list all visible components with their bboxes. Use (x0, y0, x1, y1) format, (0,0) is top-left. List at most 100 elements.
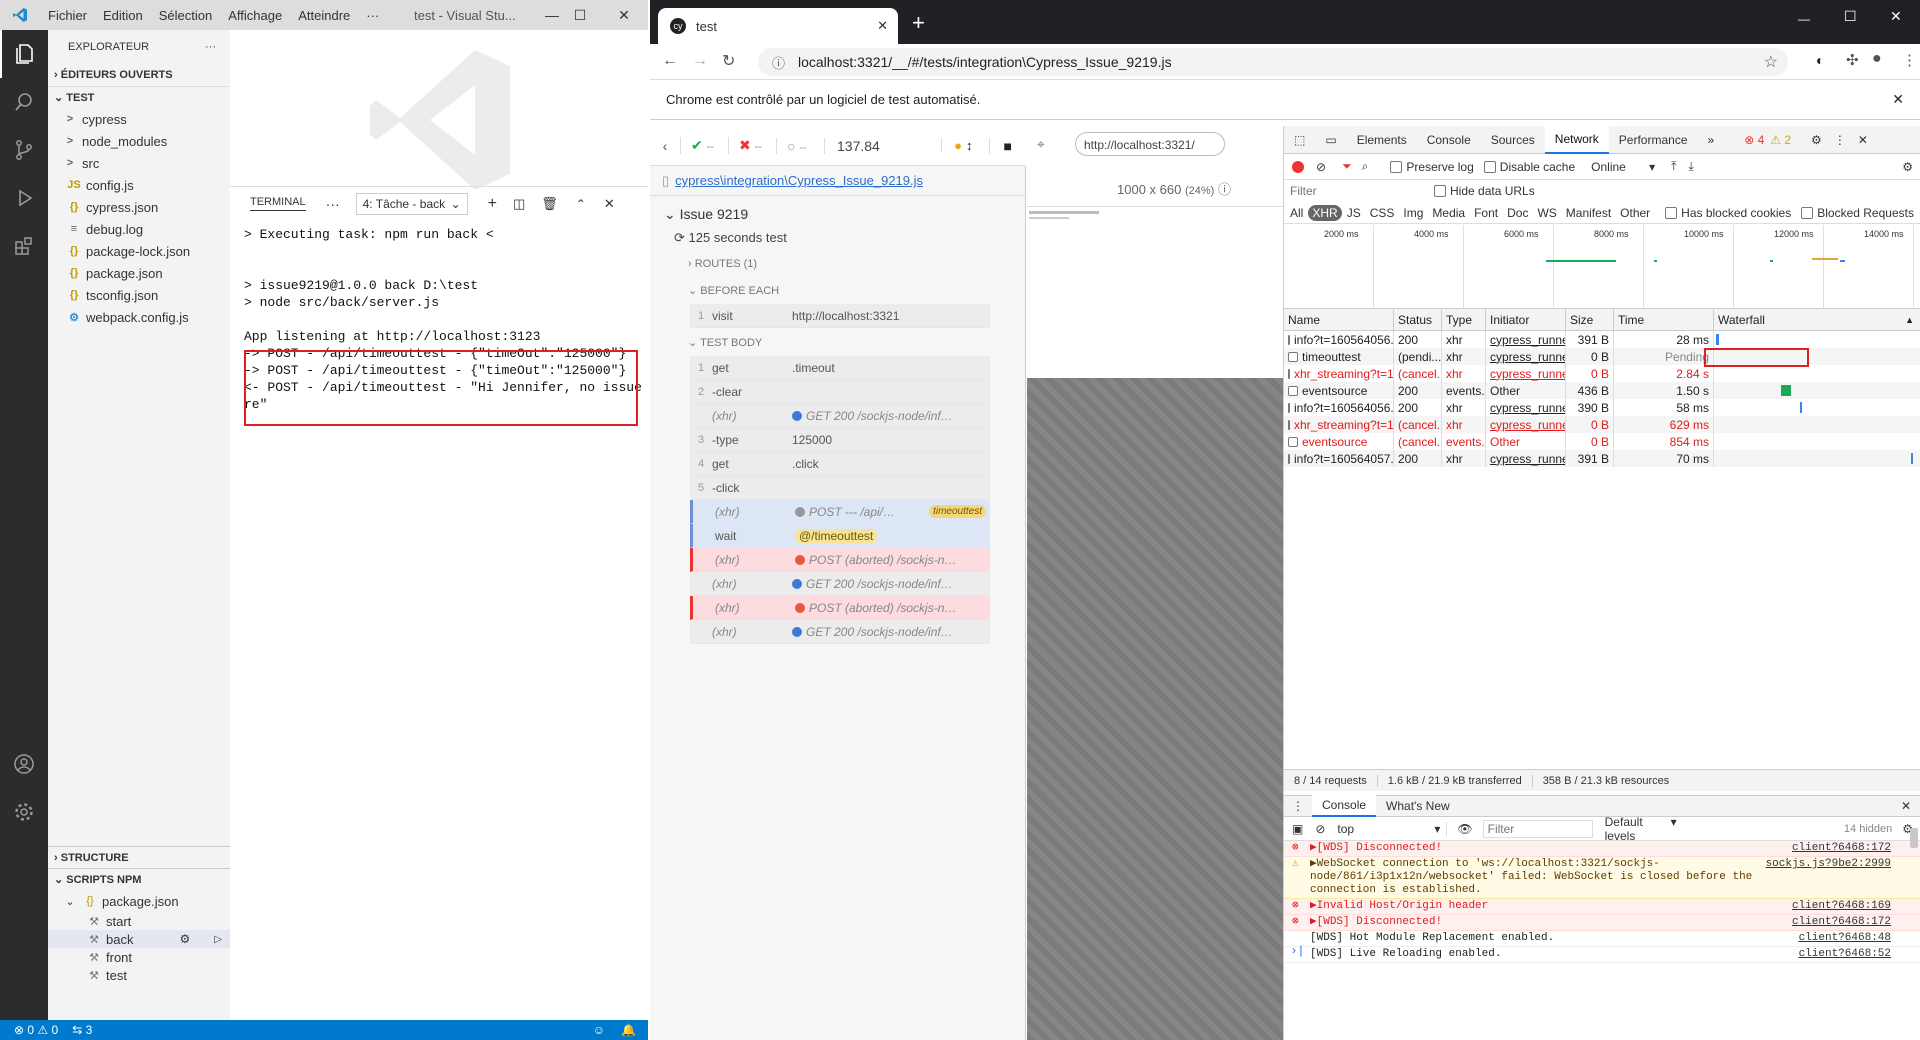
record-icon[interactable] (1292, 160, 1304, 173)
tree-item[interactable]: JS config.js (48, 174, 230, 196)
column-initiator[interactable]: Initiator (1486, 309, 1566, 331)
tab-performance[interactable]: Performance (1609, 126, 1698, 154)
npm-package-item[interactable]: ⌄ {} package.json (62, 890, 178, 912)
network-filter-input[interactable] (1288, 182, 1424, 200)
tab-sources[interactable]: Sources (1481, 126, 1545, 154)
extensions-icon[interactable] (0, 222, 48, 270)
stop-icon[interactable]: ■ (988, 137, 1012, 154)
request-row[interactable]: xhr_streaming?t=1... (cancel... xhr cypress… (1284, 365, 1920, 382)
npm-scripts-section[interactable]: ⌄ SCRIPTS NPM (48, 868, 230, 890)
type-filter-other[interactable]: Other (1616, 205, 1654, 221)
menu-fichier[interactable]: Fichier (40, 8, 95, 23)
source-control-icon[interactable] (0, 126, 48, 174)
type-filter-xhr[interactable]: XHR (1308, 204, 1342, 221)
export-har-icon[interactable]: ⤓ (1688, 159, 1693, 174)
tree-item[interactable]: {} package.json (48, 262, 230, 284)
console-source-link[interactable]: client?6468:172 (1792, 916, 1891, 929)
console-filter-input[interactable] (1482, 819, 1593, 838)
console-warning-message[interactable]: ⚠ ▶WebSocket connection to 'ws://localhos… (1284, 857, 1920, 899)
request-row[interactable]: eventsource 200 events... Other 436 B 1.50 s (1284, 382, 1920, 399)
search-icon[interactable] (0, 78, 48, 126)
feedback-icon[interactable]: ☺ (593, 1023, 605, 1037)
command-type[interactable]: 3 -type 125000 (690, 428, 990, 452)
menu-kebab-icon[interactable]: ⋮ (1902, 51, 1917, 69)
console-source-link[interactable]: client?6468:52 (1799, 948, 1891, 961)
tab-network[interactable]: Network (1544, 125, 1609, 154)
menu-more[interactable]: ··· (358, 8, 387, 23)
type-filter-ws[interactable]: WS (1533, 205, 1560, 221)
npm-script-test[interactable]: ⚒ test (48, 966, 230, 984)
run-debug-icon[interactable] (0, 174, 48, 222)
column-size[interactable]: Size (1566, 309, 1614, 331)
reload-icon[interactable]: ↻ (722, 51, 735, 71)
npm-script-back[interactable]: ⚒ back ⚙ ▷ (48, 930, 230, 948)
command-clear[interactable]: 2 -clear (690, 380, 990, 404)
devtools-close-icon[interactable]: ✕ (1858, 133, 1868, 147)
tab-terminal[interactable]: TERMINAL (250, 196, 306, 211)
console-info-message[interactable]: [WDS] Live Reloading enabled. client?6468… (1284, 947, 1920, 963)
tab-console[interactable]: Console (1417, 126, 1481, 154)
live-expression-eye-icon[interactable]: 👁 (1457, 822, 1472, 836)
drawer-close-icon[interactable]: ✕ (1901, 799, 1911, 813)
add-terminal-icon[interactable]: + (488, 195, 497, 213)
command-click[interactable]: 5 -click (690, 476, 990, 500)
warning-badge[interactable]: ⚠ 2 (1770, 133, 1791, 147)
type-filter-all[interactable]: All (1286, 205, 1307, 221)
request-row[interactable]: info?t=160564056... 200 xhr cypress_runne..… (1284, 331, 1920, 348)
error-badge[interactable]: ⊗ 4 (1744, 133, 1764, 147)
throttle-select[interactable]: Online ▾ (1591, 160, 1655, 174)
type-filter-font[interactable]: Font (1470, 205, 1502, 221)
extension-icon[interactable]: ◐ (1816, 52, 1824, 68)
maximize-icon[interactable]: ☐ (562, 0, 598, 30)
tree-item[interactable]: {} tsconfig.json (48, 284, 230, 306)
maximize-panel-icon[interactable]: ⌃ (576, 197, 586, 211)
network-settings-icon[interactable]: ⚙ (1902, 160, 1913, 174)
tab-elements[interactable]: Elements (1347, 126, 1417, 154)
command-xhr[interactable]: (xhr) POST (aborted) /sockjs-n… (690, 596, 990, 620)
maximize-icon[interactable]: ☐ (1844, 8, 1857, 25)
filter-icon[interactable]: ⏷ (1342, 159, 1352, 174)
context-select[interactable]: top ▾ (1337, 821, 1448, 836)
close-icon[interactable]: ✕ (606, 0, 642, 30)
command-visit[interactable]: 1 visit http://localhost:3321 (690, 304, 990, 328)
account-icon[interactable] (0, 740, 48, 788)
import-har-icon[interactable]: ⤒ (1671, 159, 1676, 174)
search-icon[interactable]: ⌕ (1362, 159, 1369, 174)
test-folder-section[interactable]: ⌄ TEST (48, 86, 230, 108)
type-filter-img[interactable]: Img (1399, 205, 1427, 221)
console-source-link[interactable]: client?6468:172 (1792, 842, 1891, 855)
split-terminal-icon[interactable]: ◫ (513, 196, 525, 212)
inspect-icon[interactable]: ⬚ (1284, 126, 1315, 154)
menu-atteindre[interactable]: Atteindre (290, 8, 358, 23)
drawer-tab-whats-new[interactable]: What's New (1376, 799, 1460, 813)
url-input[interactable]: ⓘ localhost:3321/__/#/tests/integration\… (758, 48, 1788, 76)
console-error-message[interactable]: ⊗ ▶Invalid Host/Origin header client?6468:… (1284, 899, 1920, 915)
more-actions-icon[interactable]: ··· (205, 41, 216, 53)
command-get[interactable]: 4 get .click (690, 452, 990, 476)
console-info-message[interactable]: [WDS] Hot Module Replacement enabled. cli… (1284, 931, 1920, 947)
type-filter-css[interactable]: CSS (1366, 205, 1399, 221)
menu-edition[interactable]: Edition (95, 8, 151, 23)
console-error-message[interactable]: ⊗ ▶[WDS] Disconnected! client?6468:172 (1284, 915, 1920, 931)
open-editors-section[interactable]: › ÉDITEURS OUVERTS (48, 64, 230, 86)
close-panel-icon[interactable]: ✕ (604, 196, 615, 212)
more-icon[interactable]: ··· (326, 196, 340, 212)
command-xhr[interactable]: (xhr) GET 200 /sockjs-node/inf… (690, 572, 990, 596)
info-circle-icon[interactable]: ⓘ (1218, 182, 1231, 197)
blocked-cookies-checkbox[interactable]: Has blocked cookies (1665, 206, 1791, 220)
clear-icon[interactable]: ⊘ (1316, 160, 1326, 174)
column-status[interactable]: Status (1394, 309, 1442, 331)
type-filter-media[interactable]: Media (1428, 205, 1469, 221)
npm-script-start[interactable]: ⚒ start (48, 912, 230, 930)
column-type[interactable]: Type (1442, 309, 1486, 331)
aut-iframe[interactable] (1027, 206, 1283, 378)
tree-item[interactable]: ≡ debug.log (48, 218, 230, 240)
column-waterfall[interactable]: Waterfall ▲ (1714, 309, 1920, 331)
column-name[interactable]: Name (1284, 309, 1394, 331)
structure-section[interactable]: › STRUCTURE (48, 846, 230, 868)
more-tabs-icon[interactable]: » (1698, 126, 1725, 154)
selector-playground-icon[interactable]: ⌖ (1037, 136, 1045, 153)
trash-icon[interactable]: 🗑 (541, 196, 558, 212)
problems-status[interactable]: ⊗ 0 ⚠ 0 (14, 1023, 58, 1037)
aut-url[interactable]: http://localhost:3321/ (1075, 132, 1225, 156)
